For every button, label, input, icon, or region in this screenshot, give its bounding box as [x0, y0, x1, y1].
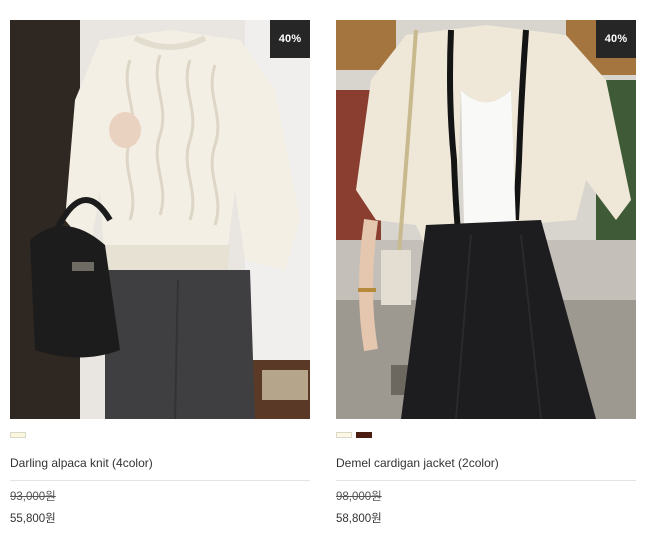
discount-badge: 40%: [596, 20, 636, 58]
color-swatch[interactable]: [336, 432, 352, 438]
product-name-link[interactable]: Darling alpaca knit (4color): [10, 455, 310, 481]
product-image-link[interactable]: 40%: [336, 20, 636, 419]
color-swatches: [336, 432, 636, 438]
color-swatch[interactable]: [10, 432, 26, 438]
color-swatches: [10, 432, 310, 438]
sale-price: 58,800원: [336, 513, 382, 525]
color-swatch[interactable]: [356, 432, 372, 438]
original-price: 93,000원: [10, 491, 56, 503]
product-image: [10, 20, 310, 419]
original-price: 98,000원: [336, 491, 382, 503]
product-image: [336, 20, 636, 419]
product-name-link[interactable]: Demel cardigan jacket (2color): [336, 455, 636, 481]
sale-price: 55,800원: [10, 513, 56, 525]
product-card[interactable]: 40% Darling alpaca knit (4color) 93,000원…: [10, 20, 310, 526]
discount-badge: 40%: [270, 20, 310, 58]
product-grid: 40% Darling alpaca knit (4color) 93,000원…: [0, 0, 651, 549]
product-image-link[interactable]: 40%: [10, 20, 310, 419]
product-card[interactable]: 40% Demel cardigan jacket (2color) 98,00…: [336, 20, 636, 526]
